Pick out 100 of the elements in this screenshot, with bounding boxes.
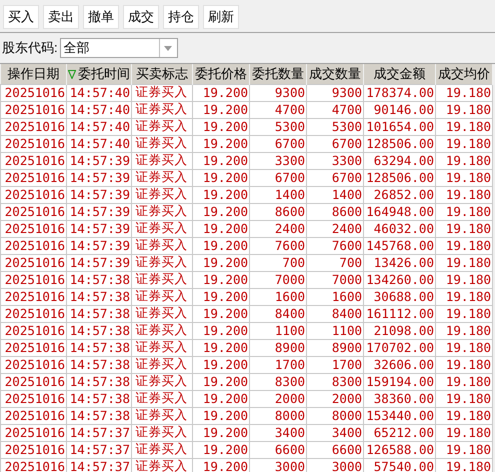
table-cell: 19.180 bbox=[436, 288, 492, 305]
table-cell: 14:57:39 bbox=[66, 254, 132, 271]
table-cell: 3000 bbox=[250, 458, 306, 472]
table-cell: 6700 bbox=[250, 169, 306, 186]
table-cell: 1700 bbox=[250, 356, 306, 373]
table-cell: 证券买入 bbox=[132, 424, 192, 441]
table-cell: 14:57:38 bbox=[66, 288, 132, 305]
table-cell: 19.180 bbox=[436, 305, 492, 322]
table-cell: 20251016 bbox=[0, 441, 66, 458]
table-cell: 19.180 bbox=[436, 237, 492, 254]
table-cell: 13426.00 bbox=[364, 254, 436, 271]
table-cell: 证券买入 bbox=[132, 288, 192, 305]
table-cell: 14:57:38 bbox=[66, 373, 132, 390]
toolbar-button[interactable]: 卖出 bbox=[43, 5, 79, 29]
table-cell: 5300 bbox=[250, 118, 306, 135]
table-cell: 19.200 bbox=[192, 339, 250, 356]
shareholder-code-dropdown[interactable]: 全部 bbox=[60, 38, 178, 58]
table-cell: 4700 bbox=[306, 101, 364, 118]
table-cell: 19.200 bbox=[192, 441, 250, 458]
table-cell: 1100 bbox=[250, 322, 306, 339]
column-header[interactable]: 买卖标志 bbox=[132, 64, 192, 84]
table-cell: 3300 bbox=[250, 152, 306, 169]
table-cell: 8400 bbox=[306, 305, 364, 322]
table-cell: 4700 bbox=[250, 101, 306, 118]
table-cell: 8600 bbox=[250, 203, 306, 220]
table-cell: 19.180 bbox=[436, 322, 492, 339]
table-cell: 19.200 bbox=[192, 135, 250, 152]
table-cell: 14:57:39 bbox=[66, 169, 132, 186]
table-cell: 证券买入 bbox=[132, 186, 192, 203]
table-cell: 证券买入 bbox=[132, 373, 192, 390]
table-cell: 14:57:37 bbox=[66, 441, 132, 458]
table-cell: 19.180 bbox=[436, 118, 492, 135]
table-cell: 证券买入 bbox=[132, 458, 192, 472]
table-cell: 20251016 bbox=[0, 101, 66, 118]
table-cell: 证券买入 bbox=[132, 203, 192, 220]
table-cell: 19.180 bbox=[436, 186, 492, 203]
table-cell: 20251016 bbox=[0, 118, 66, 135]
table-cell: 14:57:38 bbox=[66, 271, 132, 288]
table-cell: 8000 bbox=[250, 407, 306, 424]
table-cell: 14:57:39 bbox=[66, 203, 132, 220]
table-cell: 19.180 bbox=[436, 220, 492, 237]
table-cell: 证券买入 bbox=[132, 237, 192, 254]
table-cell: 1400 bbox=[306, 186, 364, 203]
table-cell: 20251016 bbox=[0, 135, 66, 152]
column-header[interactable]: 委托时间 bbox=[66, 64, 132, 84]
table-cell: 证券买入 bbox=[132, 84, 192, 101]
table-cell: 1400 bbox=[250, 186, 306, 203]
table-cell: 101654.00 bbox=[364, 118, 436, 135]
table-cell: 134260.00 bbox=[364, 271, 436, 288]
column-header[interactable]: 委托价格 bbox=[192, 64, 250, 84]
column-header[interactable]: 操作日期 bbox=[0, 64, 66, 84]
table-cell: 19.200 bbox=[192, 271, 250, 288]
toolbar-button[interactable]: 成交 bbox=[123, 5, 159, 29]
table-cell: 14:57:38 bbox=[66, 390, 132, 407]
table-cell: 19.180 bbox=[436, 101, 492, 118]
table-cell: 19.200 bbox=[192, 152, 250, 169]
table-cell: 7000 bbox=[306, 271, 364, 288]
table-cell: 证券买入 bbox=[132, 220, 192, 237]
table-cell: 14:57:40 bbox=[66, 118, 132, 135]
toolbar-button[interactable]: 持仓 bbox=[163, 5, 199, 29]
table-cell: 14:57:39 bbox=[66, 220, 132, 237]
table-cell: 证券买入 bbox=[132, 390, 192, 407]
table-cell: 19.180 bbox=[436, 390, 492, 407]
table-cell: 14:57:38 bbox=[66, 407, 132, 424]
table-cell: 20251016 bbox=[0, 356, 66, 373]
column-header[interactable]: 成交金额 bbox=[364, 64, 436, 84]
table-cell: 19.200 bbox=[192, 220, 250, 237]
table-cell: 1100 bbox=[306, 322, 364, 339]
table-cell: 19.200 bbox=[192, 373, 250, 390]
table-cell: 20251016 bbox=[0, 203, 66, 220]
column-header[interactable]: 成交均价 bbox=[436, 64, 492, 84]
table-cell: 19.180 bbox=[436, 203, 492, 220]
table-cell: 6700 bbox=[306, 135, 364, 152]
toolbar-button[interactable]: 买入 bbox=[3, 5, 39, 29]
table-cell: 46032.00 bbox=[364, 220, 436, 237]
table-cell: 57540.00 bbox=[364, 458, 436, 472]
table-cell: 26852.00 bbox=[364, 186, 436, 203]
table-cell: 2400 bbox=[306, 220, 364, 237]
toolbar-button[interactable]: 刷新 bbox=[203, 5, 239, 29]
table-cell: 30688.00 bbox=[364, 288, 436, 305]
table-cell: 6700 bbox=[250, 135, 306, 152]
table-cell: 19.200 bbox=[192, 322, 250, 339]
table-cell: 19.180 bbox=[436, 135, 492, 152]
table-cell: 20251016 bbox=[0, 169, 66, 186]
table-cell: 32606.00 bbox=[364, 356, 436, 373]
table-cell: 9300 bbox=[306, 84, 364, 101]
table-cell: 6600 bbox=[306, 441, 364, 458]
table-cell: 20251016 bbox=[0, 84, 66, 101]
table-cell: 19.200 bbox=[192, 84, 250, 101]
table-cell: 19.200 bbox=[192, 237, 250, 254]
column-header[interactable]: 委托数量 bbox=[250, 64, 306, 84]
table-cell: 20251016 bbox=[0, 339, 66, 356]
column-header[interactable]: 成交数量 bbox=[306, 64, 364, 84]
table-cell: 证券买入 bbox=[132, 135, 192, 152]
toolbar-button[interactable]: 撤单 bbox=[83, 5, 119, 29]
table-cell: 2000 bbox=[306, 390, 364, 407]
table-cell: 700 bbox=[306, 254, 364, 271]
table-cell: 20251016 bbox=[0, 373, 66, 390]
table-cell: 19.200 bbox=[192, 424, 250, 441]
table-cell: 19.200 bbox=[192, 101, 250, 118]
